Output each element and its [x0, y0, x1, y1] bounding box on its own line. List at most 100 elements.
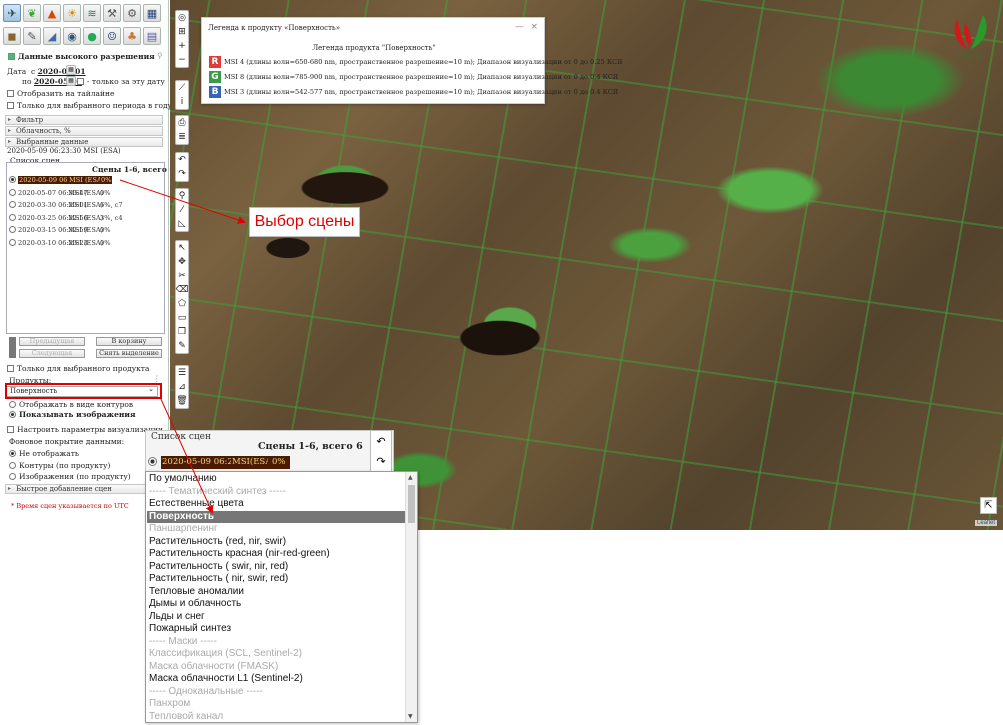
folder-icon[interactable]: ▭: [176, 311, 188, 325]
show-images-option[interactable]: Показывать изображения: [9, 410, 135, 419]
scroll-handle[interactable]: [9, 337, 16, 358]
prev-button[interactable]: Предыдущая: [19, 337, 85, 346]
zoom-out-icon[interactable]: −: [176, 53, 188, 67]
scroll-down-icon[interactable]: ▼: [408, 713, 413, 720]
high-res-header[interactable]: Данные высокого разрешения: [8, 52, 155, 61]
redo-icon[interactable]: ↷: [376, 455, 385, 468]
info-icon[interactable]: i: [176, 95, 188, 109]
stats-icon[interactable]: ▤: [143, 27, 161, 45]
scene-radio[interactable]: [9, 213, 16, 221]
redo-icon[interactable]: ↷: [176, 167, 188, 181]
brush-icon[interactable]: ✎: [23, 27, 41, 45]
edit-icon[interactable]: ✎: [176, 339, 188, 353]
only-selected-option[interactable]: Только для выбранного продукта: [7, 364, 149, 373]
pin-icon[interactable]: ⚲: [157, 51, 163, 60]
marker-icon[interactable]: ⚲: [176, 189, 188, 203]
eraser-icon[interactable]: ⌫: [176, 283, 189, 297]
arrow-icon[interactable]: ↖: [176, 241, 188, 255]
measure-icon[interactable]: ⊿: [176, 380, 188, 394]
to-basket-button[interactable]: В корзину: [96, 337, 162, 346]
attribution[interactable]: Leaflet: [974, 520, 997, 526]
opt-contours[interactable]: Контуры (по продукту): [9, 461, 110, 470]
opt-images[interactable]: Изображения (по продукту): [9, 472, 131, 481]
group-icon[interactable]: ♣: [123, 27, 141, 45]
calendar-icon[interactable]: ▦: [66, 76, 76, 86]
product-option[interactable]: Пожарный синтез: [149, 623, 231, 636]
scene-row[interactable]: 2020-03-10 06:23:23 MSI (ESA) 0%: [7, 237, 164, 250]
move-icon[interactable]: ✥: [176, 255, 188, 269]
minimize-icon[interactable]: —: [515, 22, 524, 32]
user-icon[interactable]: ☺: [103, 27, 121, 45]
scene-row[interactable]: 2020-05-07 06:33:47 MSI (ESA) 0%: [7, 187, 164, 200]
quick-add-section[interactable]: Быстрое добавление сцен: [5, 484, 163, 494]
product-option[interactable]: Растительность красная (nir-red-green): [149, 548, 330, 561]
trash-icon[interactable]: 🗑: [176, 394, 188, 408]
scene-radio[interactable]: [9, 201, 16, 208]
dropdown-scrollbar[interactable]: ▲ ▼: [405, 472, 417, 722]
globe-icon[interactable]: ◉: [63, 27, 81, 45]
product-option[interactable]: Тепловые аномалии: [149, 586, 244, 599]
only-date-option[interactable]: - только за эту дату: [77, 77, 165, 86]
expand-icon[interactable]: ⇱: [980, 497, 997, 514]
scene-radio[interactable]: [9, 188, 16, 196]
product-option[interactable]: Поверхность: [147, 510, 406, 523]
close-icon[interactable]: ×: [530, 22, 538, 32]
date-from[interactable]: 2020-03-01: [38, 67, 86, 76]
product-option[interactable]: Дымы и облачность: [149, 598, 241, 611]
scene-radio[interactable]: [9, 176, 16, 183]
chart-icon[interactable]: ◢: [43, 27, 61, 45]
polygon-icon[interactable]: ◺: [176, 217, 188, 231]
scene-radio[interactable]: [9, 238, 16, 246]
product-option[interactable]: По умолчанию: [149, 473, 217, 486]
copy-icon[interactable]: ❐: [176, 325, 188, 339]
scene-radio[interactable]: [148, 457, 157, 466]
high-res-checkbox[interactable]: [8, 53, 15, 60]
ruler-icon[interactable]: ⟋: [176, 81, 188, 95]
weather-icon[interactable]: ☀: [63, 4, 81, 22]
show-contours-option[interactable]: Отображать в виде контуров: [9, 400, 133, 409]
product-option[interactable]: Растительность ( swir, nir, red): [149, 561, 288, 574]
clear-selection-button[interactable]: Снять выделение: [96, 349, 162, 358]
scene-row[interactable]: 2020-03-25 06:22:56 MSI (ESA) 3%, с4: [7, 212, 164, 225]
undo-icon[interactable]: ↶: [176, 153, 188, 167]
print-icon[interactable]: ⎙: [176, 116, 188, 130]
product-option[interactable]: Льды и снег: [149, 611, 205, 624]
fullscreen-icon[interactable]: ⊞: [176, 25, 188, 39]
shape-icon[interactable]: ⬠: [176, 297, 188, 311]
product-option[interactable]: Растительность ( nir, swir, red): [149, 573, 288, 586]
setup-vis-option[interactable]: Настроить параметры визуализации: [7, 425, 163, 434]
scene-row[interactable]: 2020-03-30 06:23:01 MSI (ESA) 6%, с7: [7, 199, 164, 212]
scene-row[interactable]: 2020-05-09 06:23:30 MSI (ESA) 0%: [7, 174, 164, 187]
table-icon[interactable]: ▦: [143, 4, 161, 22]
product-option[interactable]: Растительность (red, nir, swir): [149, 536, 286, 549]
cut-icon[interactable]: ✂: [176, 269, 188, 283]
terrain-icon[interactable]: ◼: [3, 27, 21, 45]
only-period-option[interactable]: Только для выбранного периода в году: [7, 101, 172, 110]
opt-none[interactable]: Не отображать: [9, 449, 79, 458]
scroll-up-icon[interactable]: ▲: [408, 474, 413, 481]
tools-icon[interactable]: ⚒: [103, 4, 121, 22]
list-icon[interactable]: ☰: [176, 366, 188, 380]
layers-icon[interactable]: ≣: [176, 130, 188, 144]
scroll-thumb[interactable]: [408, 485, 415, 523]
globe-icon[interactable]: ◎: [176, 11, 188, 25]
calendar-icon[interactable]: ▦: [66, 65, 76, 75]
product-option[interactable]: Маска облачности L1 (Sentinel-2): [149, 673, 303, 686]
zoom-in-icon[interactable]: +: [176, 39, 188, 53]
undo-icon[interactable]: ↶: [376, 435, 385, 448]
fire-icon[interactable]: ▲: [43, 4, 61, 22]
product-option[interactable]: Естественные цвета: [149, 498, 244, 511]
leaf-icon[interactable]: ❦: [23, 4, 41, 22]
scene-row[interactable]: 2020-03-15 06:32:59 MSI (ESA) 0%: [7, 224, 164, 237]
next-button[interactable]: Следующая: [19, 349, 85, 358]
layers-icon[interactable]: ≋: [83, 4, 101, 22]
menu-icon[interactable]: ⋮: [153, 374, 161, 383]
show-tile-option[interactable]: Отобразить на тайлайне: [7, 89, 114, 98]
circle-icon[interactable]: ●: [83, 27, 101, 45]
settings-icon[interactable]: ⚙: [123, 4, 141, 22]
line-icon[interactable]: ⁄: [176, 203, 188, 217]
selected-data-section[interactable]: Выбранные данные: [5, 137, 163, 147]
satellite-icon[interactable]: ✈: [3, 4, 21, 22]
cloud-section[interactable]: Облачность, %: [5, 126, 163, 136]
scene-radio[interactable]: [9, 226, 16, 233]
